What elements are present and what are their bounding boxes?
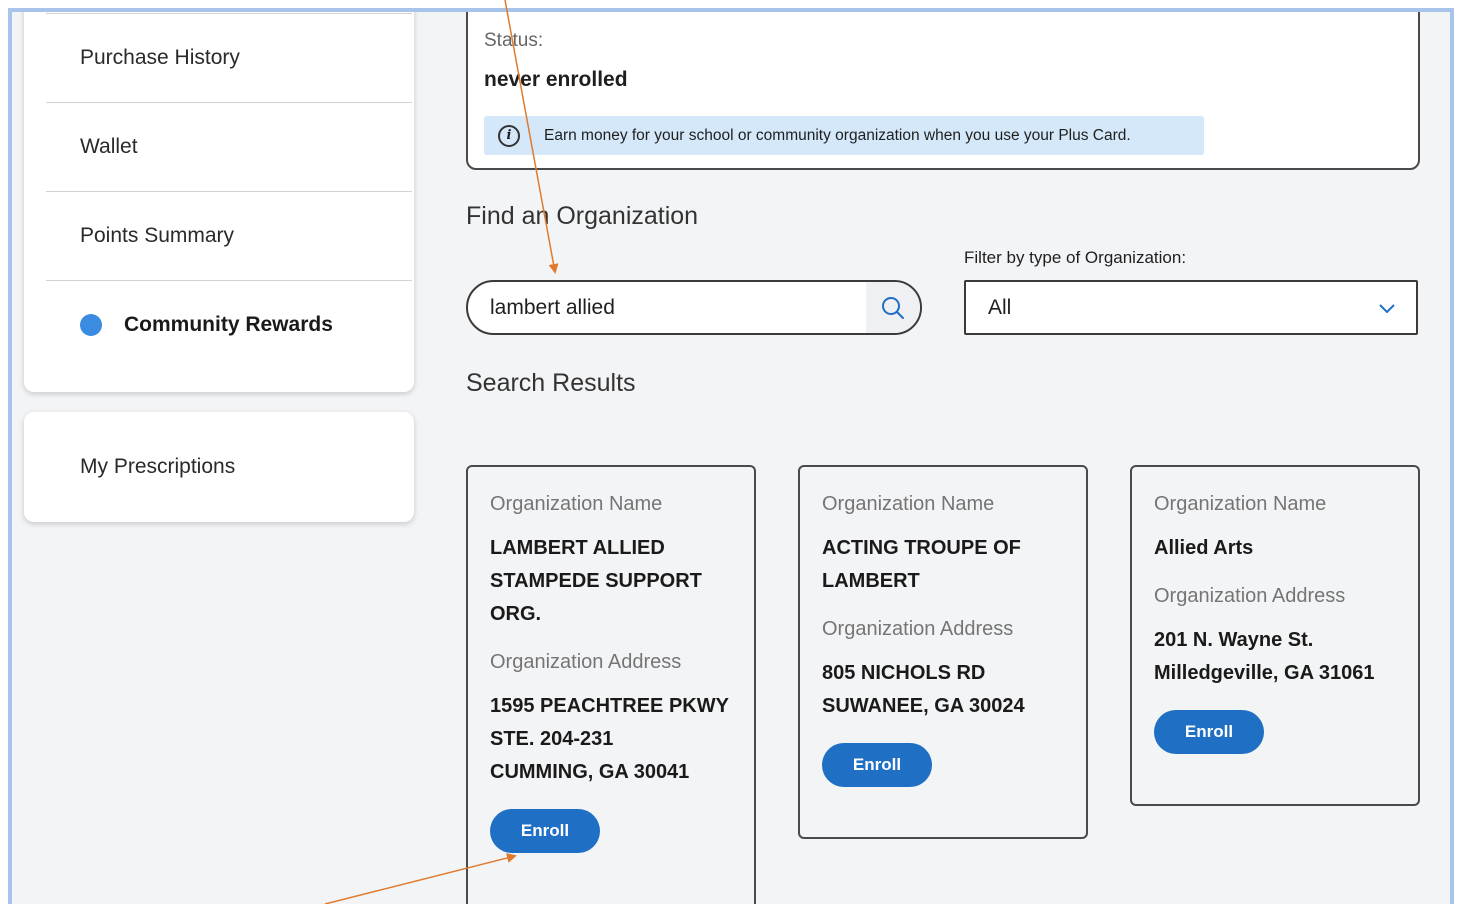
name-line: STAMPEDE SUPPORT bbox=[490, 570, 702, 592]
result-card: Organization Name ACTING TROUPE OF LAMBE… bbox=[798, 465, 1088, 839]
info-icon: i bbox=[498, 124, 520, 147]
info-banner-text: Earn money for your school or community … bbox=[544, 126, 1131, 144]
info-banner: i Earn money for your school or communit… bbox=[484, 116, 1204, 155]
sidebar-item-label: Points Summary bbox=[80, 224, 235, 247]
address-line: CUMMING, GA 30041 bbox=[490, 761, 690, 783]
address-line: SUWANEE, GA 30024 bbox=[822, 695, 1025, 717]
organization-address: 201 N. Wayne St. Milledgeville, GA 31061 bbox=[1154, 624, 1396, 690]
sidebar-item-label: Wallet bbox=[80, 135, 138, 158]
filter-selected-value: All bbox=[988, 295, 1012, 319]
sidebar-item-community-rewards[interactable]: Community Rewards bbox=[46, 280, 412, 369]
organization-address-label: Organization Address bbox=[1154, 585, 1346, 607]
status-label: Status: bbox=[484, 30, 544, 51]
chevron-down-icon bbox=[1379, 303, 1395, 313]
organization-name: ACTING TROUPE OF LAMBERT bbox=[822, 532, 1064, 598]
status-value: never enrolled bbox=[484, 68, 628, 91]
organization-name-label: Organization Name bbox=[490, 493, 663, 515]
organization-search bbox=[466, 280, 922, 335]
address-line: 1595 PEACHTREE PKWY bbox=[490, 695, 729, 717]
search-input[interactable] bbox=[468, 282, 866, 333]
active-indicator-dot bbox=[80, 314, 102, 336]
name-line: Allied Arts bbox=[1154, 537, 1254, 559]
organization-name: LAMBERT ALLIED STAMPEDE SUPPORT ORG. bbox=[490, 532, 732, 631]
result-card: Organization Name Allied Arts Organizati… bbox=[1130, 465, 1420, 806]
organization-address-label: Organization Address bbox=[490, 651, 682, 673]
sidebar-nav: Purchase History Wallet Points Summary C… bbox=[24, 12, 414, 392]
search-results-heading: Search Results bbox=[466, 369, 636, 397]
name-line: LAMBERT bbox=[822, 570, 920, 592]
find-organization-heading: Find an Organization bbox=[466, 202, 699, 230]
enroll-button[interactable]: Enroll bbox=[1154, 710, 1264, 754]
organization-name-label: Organization Name bbox=[1154, 493, 1327, 515]
name-line: ACTING TROUPE OF bbox=[822, 537, 1021, 559]
search-icon bbox=[882, 296, 904, 319]
sidebar-item-label: My Prescriptions bbox=[80, 455, 236, 478]
address-line: 201 N. Wayne St. bbox=[1154, 629, 1314, 651]
address-line: STE. 204-231 bbox=[490, 728, 614, 750]
organization-address: 1595 PEACHTREE PKWY STE. 204-231 CUMMING… bbox=[490, 690, 732, 789]
sidebar-item-wallet[interactable]: Wallet bbox=[46, 102, 412, 191]
sidebar-item-points-summary[interactable]: Points Summary bbox=[46, 191, 412, 280]
search-button[interactable] bbox=[866, 282, 920, 333]
organization-address-label: Organization Address bbox=[822, 618, 1014, 640]
app-frame: Purchase History Wallet Points Summary C… bbox=[8, 8, 1454, 904]
enroll-button[interactable]: Enroll bbox=[490, 809, 600, 853]
name-line: LAMBERT ALLIED bbox=[490, 537, 665, 559]
result-card: Organization Name LAMBERT ALLIED STAMPED… bbox=[466, 465, 756, 904]
sidebar-item-my-prescriptions[interactable]: My Prescriptions bbox=[24, 412, 414, 522]
sidebar-item-purchase-history[interactable]: Purchase History bbox=[46, 13, 412, 102]
organization-name-label: Organization Name bbox=[822, 493, 995, 515]
address-line: Milledgeville, GA 31061 bbox=[1154, 662, 1375, 684]
address-line: 805 NICHOLS RD bbox=[822, 662, 986, 684]
organization-name: Allied Arts bbox=[1154, 532, 1396, 565]
organization-address: 805 NICHOLS RD SUWANEE, GA 30024 bbox=[822, 657, 1064, 723]
filter-label: Filter by type of Organization: bbox=[964, 248, 1187, 267]
name-line: ORG. bbox=[490, 603, 542, 625]
enroll-button[interactable]: Enroll bbox=[822, 743, 932, 787]
sidebar-item-label: Purchase History bbox=[80, 46, 240, 69]
organization-type-filter[interactable]: All bbox=[964, 280, 1418, 335]
enrollment-status-panel: Status: never enrolled i Earn money for … bbox=[466, 12, 1420, 170]
sidebar-item-label: Community Rewards bbox=[124, 313, 333, 336]
